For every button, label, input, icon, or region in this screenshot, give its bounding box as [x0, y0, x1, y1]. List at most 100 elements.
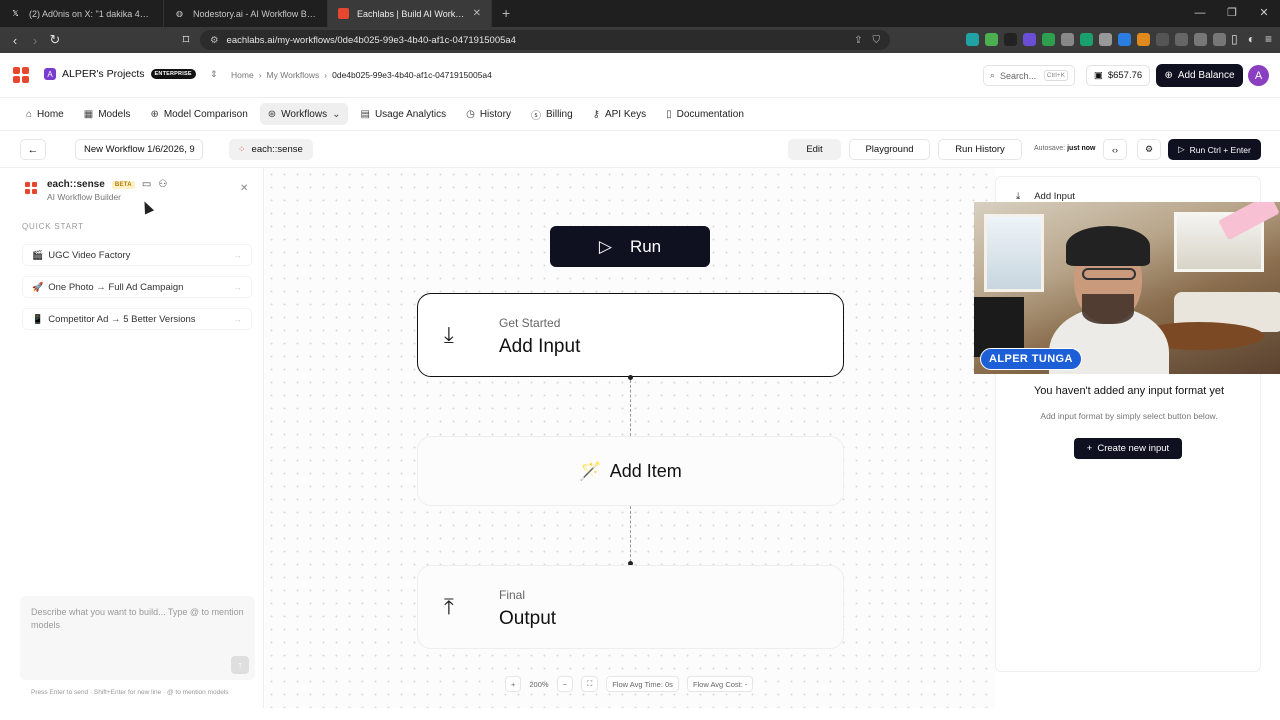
close-tab-icon[interactable]: ✕ — [473, 8, 481, 19]
input-node[interactable]: ⤓ Get Started Add Input — [417, 293, 844, 377]
empty-state-subtitle: Add input format by simply select button… — [1040, 411, 1218, 421]
close-window-icon[interactable]: ✕ — [1248, 0, 1280, 27]
download-icon: ⤓ — [444, 322, 454, 347]
breadcrumb-home[interactable]: Home — [231, 70, 254, 80]
shield-icon[interactable]: ⛉ — [873, 35, 881, 46]
balance-display[interactable]: ▣ $657.76 — [1086, 65, 1150, 86]
code-icon: ‹› — [1112, 144, 1118, 155]
workflow-canvas[interactable]: ▷ Run ⤓ Get Started Add Input 🪄 Add Item… — [265, 168, 995, 708]
extension-icon[interactable] — [1118, 33, 1131, 46]
bookmark-icon[interactable]: ⌑ — [176, 32, 196, 48]
nav-documentation[interactable]: ▯ Documentation — [658, 103, 752, 125]
history-icon: ◷ — [466, 108, 475, 120]
sidebar-toggle-icon[interactable]: ▯ — [1231, 32, 1238, 46]
breadcrumb: Home › My Workflows › 0de4b025-99e3-4b40… — [231, 70, 492, 80]
extension-icon[interactable] — [985, 33, 998, 46]
extension-icon[interactable] — [1175, 33, 1188, 46]
edit-button[interactable]: Edit — [788, 139, 841, 160]
playground-button[interactable]: Playground — [849, 139, 930, 160]
chevron-updown-icon[interactable]: ⇕ — [210, 69, 218, 80]
connector-line — [630, 506, 631, 562]
extension-icon[interactable] — [966, 33, 979, 46]
extension-icon[interactable] — [1213, 33, 1226, 46]
search-input[interactable]: ⌕ Search... Ctrl+K — [983, 65, 1075, 86]
node-subtitle: Final — [499, 588, 526, 602]
add-balance-button[interactable]: ⊕ Add Balance — [1156, 64, 1243, 87]
each-sense-panel: each::sense BETA ▭ ⚇ AI Workflow Builder… — [10, 168, 264, 708]
puzzle-icon[interactable] — [1194, 33, 1207, 46]
add-item-node[interactable]: 🪄 Add Item — [417, 436, 844, 506]
quick-start-item[interactable]: 🎬 UGC Video Factory → — [22, 244, 252, 266]
code-view-button[interactable]: ‹› — [1103, 139, 1127, 160]
analytics-icon: ▤ — [360, 108, 370, 120]
forward-icon[interactable]: › — [25, 33, 45, 48]
search-shortcut: Ctrl+K — [1043, 70, 1068, 81]
reload-icon[interactable]: ↻ — [45, 32, 65, 48]
project-name: ALPER's Projects — [62, 68, 145, 80]
extension-icon[interactable] — [1156, 33, 1169, 46]
run-button[interactable]: ▷ Run — [550, 226, 710, 267]
create-new-input-button[interactable]: + Create new input — [1074, 438, 1182, 459]
browser-tab-eachlabs[interactable]: Eachlabs | Build AI Workflows in ✕ — [328, 0, 492, 27]
nav-models[interactable]: ▦ Models — [76, 103, 139, 125]
quick-start-label: QUICK START — [22, 222, 84, 231]
breadcrumb-my-workflows[interactable]: My Workflows — [267, 70, 320, 80]
minimize-icon[interactable]: — — [1184, 0, 1216, 27]
webcam-overlay: ALPER TUNGA — [974, 202, 1280, 374]
menu-icon[interactable]: ≡ — [1265, 32, 1272, 46]
webcam-person-cap — [1066, 226, 1150, 266]
browser-tab-x[interactable]: 𝕏 (2) Ad0nis on X: "1 dakika 42 saniye" — [0, 0, 164, 27]
extension-icon[interactable] — [1137, 33, 1150, 46]
site-info-icon[interactable]: ⚙ — [210, 35, 219, 46]
connector-line — [630, 380, 631, 436]
workflow-name-input[interactable]: New Workflow 1/6/2026, 9 — [75, 139, 203, 160]
run-workflow-button[interactable]: ▷ Run Ctrl + Enter — [1168, 139, 1261, 160]
maximize-icon[interactable]: ❐ — [1216, 0, 1248, 27]
settings-button[interactable]: ⚙ — [1137, 139, 1161, 160]
back-icon[interactable]: ‹ — [5, 33, 25, 48]
nav-model-comparison[interactable]: ⊕ Model Comparison — [142, 103, 255, 125]
node-subtitle: Get Started — [499, 316, 561, 330]
chat-input[interactable]: Describe what you want to build... Type … — [20, 596, 255, 680]
project-selector[interactable]: A ALPER's Projects ENTERPRISE — [44, 68, 196, 80]
nav-history[interactable]: ◷ History — [458, 103, 519, 125]
quick-start-item[interactable]: 🚀 One Photo → Full Ad Campaign → — [22, 276, 252, 298]
tab-each-sense[interactable]: ⁘ each::sense — [229, 139, 313, 160]
run-history-button[interactable]: Run History — [938, 139, 1022, 160]
send-button[interactable]: ↑ — [231, 656, 249, 674]
quick-start-item[interactable]: 📱 Competitor Ad → 5 Better Versions → — [22, 308, 252, 330]
globe-icon: ◍ — [176, 9, 183, 18]
close-icon[interactable]: ✕ — [240, 183, 248, 194]
flow-avg-time: Flow Avg Time: 0s — [606, 676, 679, 692]
nav-billing[interactable]: ⓢ Billing — [523, 103, 581, 125]
extension-icon[interactable] — [1004, 33, 1017, 46]
chat-history-icon[interactable]: ▭ — [142, 179, 151, 190]
nav-usage-analytics[interactable]: ▤ Usage Analytics — [352, 103, 454, 125]
eachlabs-favicon-icon — [338, 8, 349, 19]
nav-api-keys[interactable]: ⚷ API Keys — [585, 103, 654, 125]
x-logo-icon: 𝕏 — [12, 9, 19, 18]
extension-icon[interactable] — [1061, 33, 1074, 46]
nav-home[interactable]: ⌂ Home — [18, 103, 72, 125]
zoom-out-button[interactable]: − — [556, 676, 573, 692]
back-button[interactable]: ← — [20, 139, 46, 160]
extension-icon[interactable] — [1042, 33, 1055, 46]
user-avatar[interactable]: A — [1248, 65, 1269, 86]
zoom-in-button[interactable]: + — [505, 676, 522, 692]
extension-icon[interactable] — [1023, 33, 1036, 46]
address-bar[interactable]: ⚙ eachlabs.ai/my-workflows/0de4b025-99e3… — [200, 30, 890, 50]
profile-icon[interactable]: ◐ — [1248, 32, 1255, 46]
new-tab-button[interactable]: + — [492, 0, 520, 27]
nav-workflows[interactable]: ⊛ Workflows ⌄ — [259, 103, 349, 125]
webcam-window — [984, 214, 1044, 292]
autosave-status: Autosave: just now — [1034, 145, 1096, 152]
output-node[interactable]: ⤒ Final Output — [417, 565, 844, 649]
extension-icon[interactable] — [1099, 33, 1112, 46]
extension-icon[interactable] — [1080, 33, 1093, 46]
fit-view-button[interactable]: ⛶ — [580, 676, 599, 692]
share-icon[interactable]: ⇪ — [854, 35, 862, 46]
add-user-icon[interactable]: ⚇ — [158, 179, 167, 190]
eachlabs-logo-icon[interactable] — [13, 67, 29, 83]
rocket-icon: 🚀 — [32, 281, 44, 292]
browser-tab-nodestory[interactable]: ◍ Nodestory.ai - AI Workflow Builder — [164, 0, 328, 27]
